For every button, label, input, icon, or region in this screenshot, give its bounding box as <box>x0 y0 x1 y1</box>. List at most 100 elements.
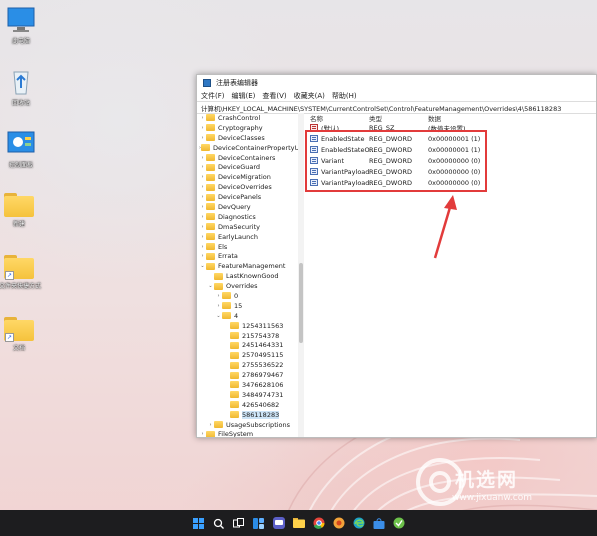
chevron-right-icon[interactable]: › <box>199 115 206 121</box>
tree-item-label: DmaSecurity <box>218 222 261 231</box>
key-tree[interactable]: › CrashControl › Cryptography › DeviceClasses… <box>197 113 299 437</box>
tree-item[interactable]: › 0 <box>197 291 298 301</box>
chevron-down-icon[interactable]: ⌄ <box>199 263 206 269</box>
folder-icon <box>206 193 215 201</box>
desktop-icon-documents[interactable]: ↗ 文档 <box>0 317 39 352</box>
folder-icon <box>230 401 239 409</box>
desktop-icon-folder-shortcut[interactable]: ↗ 文件夹快捷方式 <box>0 255 41 290</box>
tree-item[interactable]: 2451464331 <box>197 340 298 350</box>
tree-item-label: EarlyLaunch <box>218 232 258 241</box>
tree-item[interactable]: › DeviceContainers <box>197 153 298 163</box>
chevron-down-icon[interactable]: ⌄ <box>207 283 214 289</box>
tree-item[interactable]: 426540682 <box>197 400 298 410</box>
tree-item[interactable]: 3476628106 <box>197 380 298 390</box>
folder-icon <box>230 411 239 419</box>
tree-item[interactable]: › DmaSecurity <box>197 222 298 232</box>
tree-item[interactable]: › Cryptography <box>197 123 298 133</box>
chevron-right-icon[interactable]: › <box>199 253 206 259</box>
recycle-bin-icon <box>13 71 29 95</box>
chevron-right-icon[interactable]: › <box>199 174 206 180</box>
edge-icon[interactable] <box>353 517 365 529</box>
chevron-right-icon[interactable]: › <box>199 431 206 437</box>
folder-icon <box>206 154 215 161</box>
menu-view[interactable]: 查看(V) <box>262 91 286 101</box>
chrome-icon[interactable] <box>313 517 325 529</box>
tree-scrollbar[interactable] <box>298 113 304 437</box>
scrollbar-thumb[interactable] <box>299 263 303 343</box>
tree-item-label: 4 <box>234 311 239 320</box>
chevron-right-icon[interactable]: › <box>199 194 206 200</box>
tree-item[interactable]: ⌄ FeatureManagement <box>197 261 298 271</box>
tree-item[interactable]: › FileSystem <box>197 430 298 437</box>
chevron-right-icon[interactable]: › <box>199 184 206 190</box>
chat-icon[interactable] <box>272 517 285 529</box>
tree-item[interactable]: 586118283 <box>197 410 298 420</box>
menu-favorites[interactable]: 收藏夹(A) <box>294 91 325 101</box>
chevron-right-icon[interactable]: › <box>199 244 206 250</box>
chevron-down-icon[interactable]: ⌄ <box>215 313 222 319</box>
tree-item[interactable]: LastKnownGood <box>197 271 298 281</box>
widgets-icon[interactable] <box>253 517 265 529</box>
highlight-box <box>305 130 487 192</box>
tree-item-label: 2451464331 <box>242 341 284 350</box>
chevron-right-icon[interactable]: › <box>199 204 206 210</box>
tree-item[interactable]: 3484974731 <box>197 390 298 400</box>
tree-item[interactable]: › Errata <box>197 251 298 261</box>
tree-item[interactable]: › CrashControl <box>197 113 298 123</box>
title-bar[interactable]: 注册表编辑器 <box>197 75 596 90</box>
tree-item[interactable]: › 15 <box>197 301 298 311</box>
chevron-right-icon[interactable]: › <box>199 155 206 161</box>
start-icon[interactable] <box>193 517 205 529</box>
menu-edit[interactable]: 编辑(E) <box>232 91 256 101</box>
tree-item[interactable]: 2786979467 <box>197 370 298 380</box>
desktop-icon-recycle-bin[interactable]: 回收站 <box>1 66 41 107</box>
folder-icon <box>214 282 223 290</box>
folder-icon <box>222 292 231 300</box>
chevron-right-icon[interactable]: › <box>215 303 222 309</box>
column-name[interactable]: 名称 <box>307 113 369 123</box>
tree-item[interactable]: ›DeviceContainerPropertyUpda <box>197 143 298 153</box>
menu-help[interactable]: 帮助(H) <box>332 91 357 101</box>
tree-item-label: 3476628106 <box>242 380 284 389</box>
folder-icon <box>230 371 239 379</box>
column-data[interactable]: 数据 <box>428 113 528 123</box>
chevron-right-icon[interactable]: › <box>215 293 222 299</box>
folder-icon <box>230 361 239 369</box>
tree-item[interactable]: › DeviceGuard <box>197 162 298 172</box>
app-icon[interactable] <box>393 517 405 529</box>
tree-item[interactable]: 2570495115 <box>197 350 298 360</box>
tree-item[interactable]: › UsageSubscriptions <box>197 420 298 430</box>
tree-item[interactable]: › DeviceMigration <box>197 172 298 182</box>
tree-item[interactable]: › DevQuery <box>197 202 298 212</box>
column-type[interactable]: 类型 <box>369 113 428 123</box>
menu-file[interactable]: 文件(F) <box>201 91 225 101</box>
chevron-right-icon[interactable]: › <box>199 234 206 240</box>
desktop-icon-computer[interactable]: 此电脑 <box>1 6 41 45</box>
tree-item[interactable]: ⌄ 4 <box>197 311 298 321</box>
tree-item[interactable]: › DeviceOverrides <box>197 182 298 192</box>
desktop-icon-control-panel[interactable]: 控制面板 <box>1 128 41 169</box>
chevron-right-icon[interactable]: › <box>207 422 214 428</box>
tree-item[interactable]: 215754378 <box>197 331 298 341</box>
tree-item[interactable]: 2755536522 <box>197 360 298 370</box>
tree-item[interactable]: › Diagnostics <box>197 212 298 222</box>
chevron-right-icon[interactable]: › <box>199 135 206 141</box>
tree-item[interactable]: › DeviceClasses <box>197 133 298 143</box>
desktop-icon-folder[interactable]: 新建 <box>0 193 39 228</box>
tree-item[interactable]: › DevicePanels <box>197 192 298 202</box>
tree-item[interactable]: › EarlyLaunch <box>197 232 298 242</box>
search-icon[interactable] <box>213 517 225 529</box>
watermark-text: 机选网 <box>455 469 519 491</box>
chevron-right-icon[interactable]: › <box>199 164 206 170</box>
folder-icon <box>206 203 215 211</box>
task-view-icon[interactable] <box>233 517 245 529</box>
tree-item[interactable]: ⌄ Overrides <box>197 281 298 291</box>
tree-item[interactable]: 1254311563 <box>197 321 298 331</box>
tree-item[interactable]: › Els <box>197 242 298 252</box>
browser-icon[interactable] <box>333 517 345 529</box>
store-icon[interactable] <box>373 517 385 529</box>
file-explorer-icon[interactable] <box>292 517 305 529</box>
chevron-right-icon[interactable]: › <box>199 125 206 131</box>
chevron-right-icon[interactable]: › <box>199 214 206 220</box>
chevron-right-icon[interactable]: › <box>199 224 206 230</box>
